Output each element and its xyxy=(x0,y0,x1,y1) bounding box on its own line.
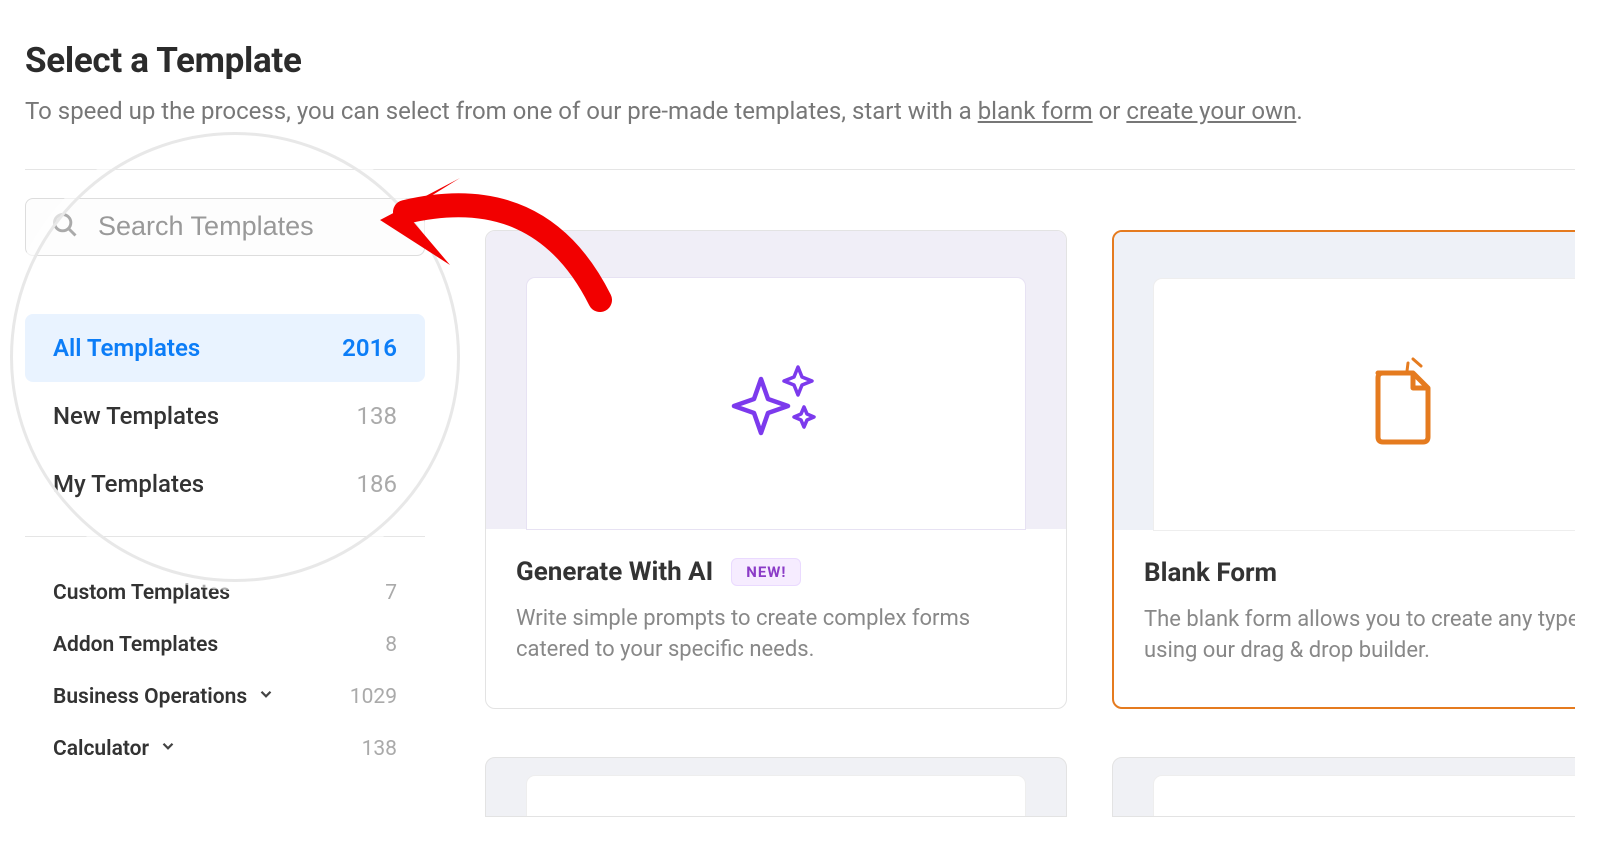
sidebar-separator xyxy=(25,536,425,537)
sidebar-item-business-operations[interactable]: Business Operations 1029 xyxy=(25,671,425,723)
create-your-own-link[interactable]: create your own xyxy=(1126,97,1296,125)
sidebar-item-count: 138 xyxy=(357,402,397,430)
sidebar-item-label: My Templates xyxy=(53,470,204,498)
sidebar-item-label: Business Operations xyxy=(53,685,275,709)
sidebar-item-count: 1029 xyxy=(350,685,397,709)
sidebar-item-addon-templates[interactable]: Addon Templates 8 xyxy=(25,619,425,671)
sidebar-item-count: 186 xyxy=(357,470,397,498)
card-preview-blank xyxy=(1114,232,1575,530)
new-badge: NEW! xyxy=(731,558,801,586)
file-icon xyxy=(1363,357,1443,451)
sidebar-item-count: 2016 xyxy=(342,334,397,362)
chevron-down-icon xyxy=(159,737,177,761)
sidebar-item-label: Custom Templates xyxy=(53,581,230,605)
card-desc-blank: The blank form allows you to create any … xyxy=(1144,604,1575,668)
blank-form-link[interactable]: blank form xyxy=(978,97,1093,125)
sidebar-item-label: New Templates xyxy=(53,402,219,430)
sidebar: All Templates 2016 New Templates 138 My Temp… xyxy=(25,170,425,818)
template-card-stub-2[interactable] xyxy=(1112,757,1575,817)
search-input[interactable] xyxy=(25,198,425,256)
template-card-ai[interactable]: Generate With AI NEW! Write simple promp… xyxy=(485,230,1067,710)
sparkle-icon xyxy=(726,361,826,445)
sidebar-item-calculator[interactable]: Calculator 138 xyxy=(25,723,425,775)
page-subtitle: To speed up the process, you can select … xyxy=(25,95,1575,129)
card-title-blank: Blank Form xyxy=(1144,558,1277,588)
sidebar-item-label: Calculator xyxy=(53,737,177,761)
template-card-stub-1[interactable] xyxy=(485,757,1067,817)
chevron-down-icon xyxy=(257,685,275,709)
sidebar-item-count: 138 xyxy=(362,737,397,761)
sidebar-item-label: All Templates xyxy=(53,334,200,362)
sidebar-item-custom-templates[interactable]: Custom Templates 7 xyxy=(25,567,425,619)
card-desc-ai: Write simple prompts to create complex f… xyxy=(516,603,1036,667)
search-icon xyxy=(51,211,79,243)
template-card-blank[interactable]: Blank Form The blank form allows you to … xyxy=(1112,230,1575,710)
sidebar-item-new-templates[interactable]: New Templates 138 xyxy=(25,382,425,450)
sidebar-item-label: Addon Templates xyxy=(53,633,218,657)
card-preview-ai xyxy=(486,231,1066,529)
card-title-ai: Generate With AI xyxy=(516,557,713,587)
page-title: Select a Template xyxy=(25,40,1575,81)
sidebar-item-my-templates[interactable]: My Templates 186 xyxy=(25,450,425,518)
sidebar-item-count: 8 xyxy=(385,633,397,657)
sidebar-item-all-templates[interactable]: All Templates 2016 xyxy=(25,314,425,382)
sidebar-item-count: 7 xyxy=(385,581,397,605)
